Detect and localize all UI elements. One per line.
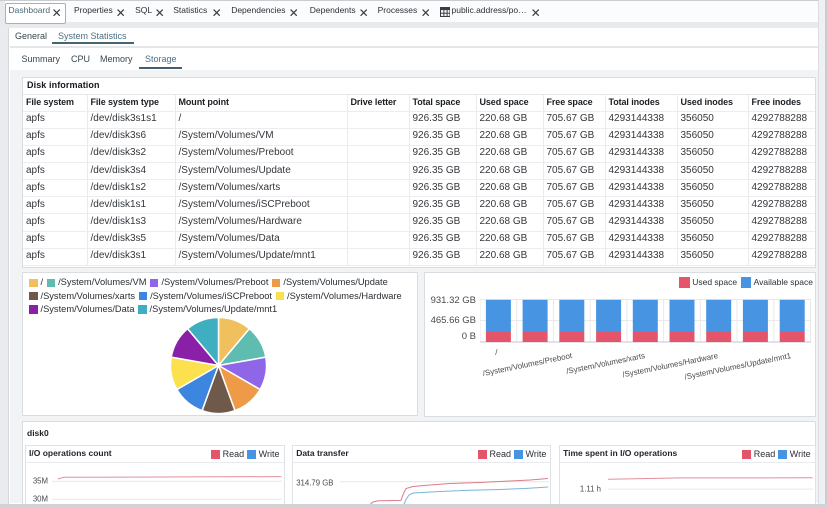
svg-text:314.79 GB: 314.79 GB	[296, 478, 333, 487]
svg-text:1.11 h: 1.11 h	[579, 484, 600, 493]
svg-text:30M: 30M	[32, 494, 47, 503]
svg-text:35M: 35M	[32, 476, 47, 485]
